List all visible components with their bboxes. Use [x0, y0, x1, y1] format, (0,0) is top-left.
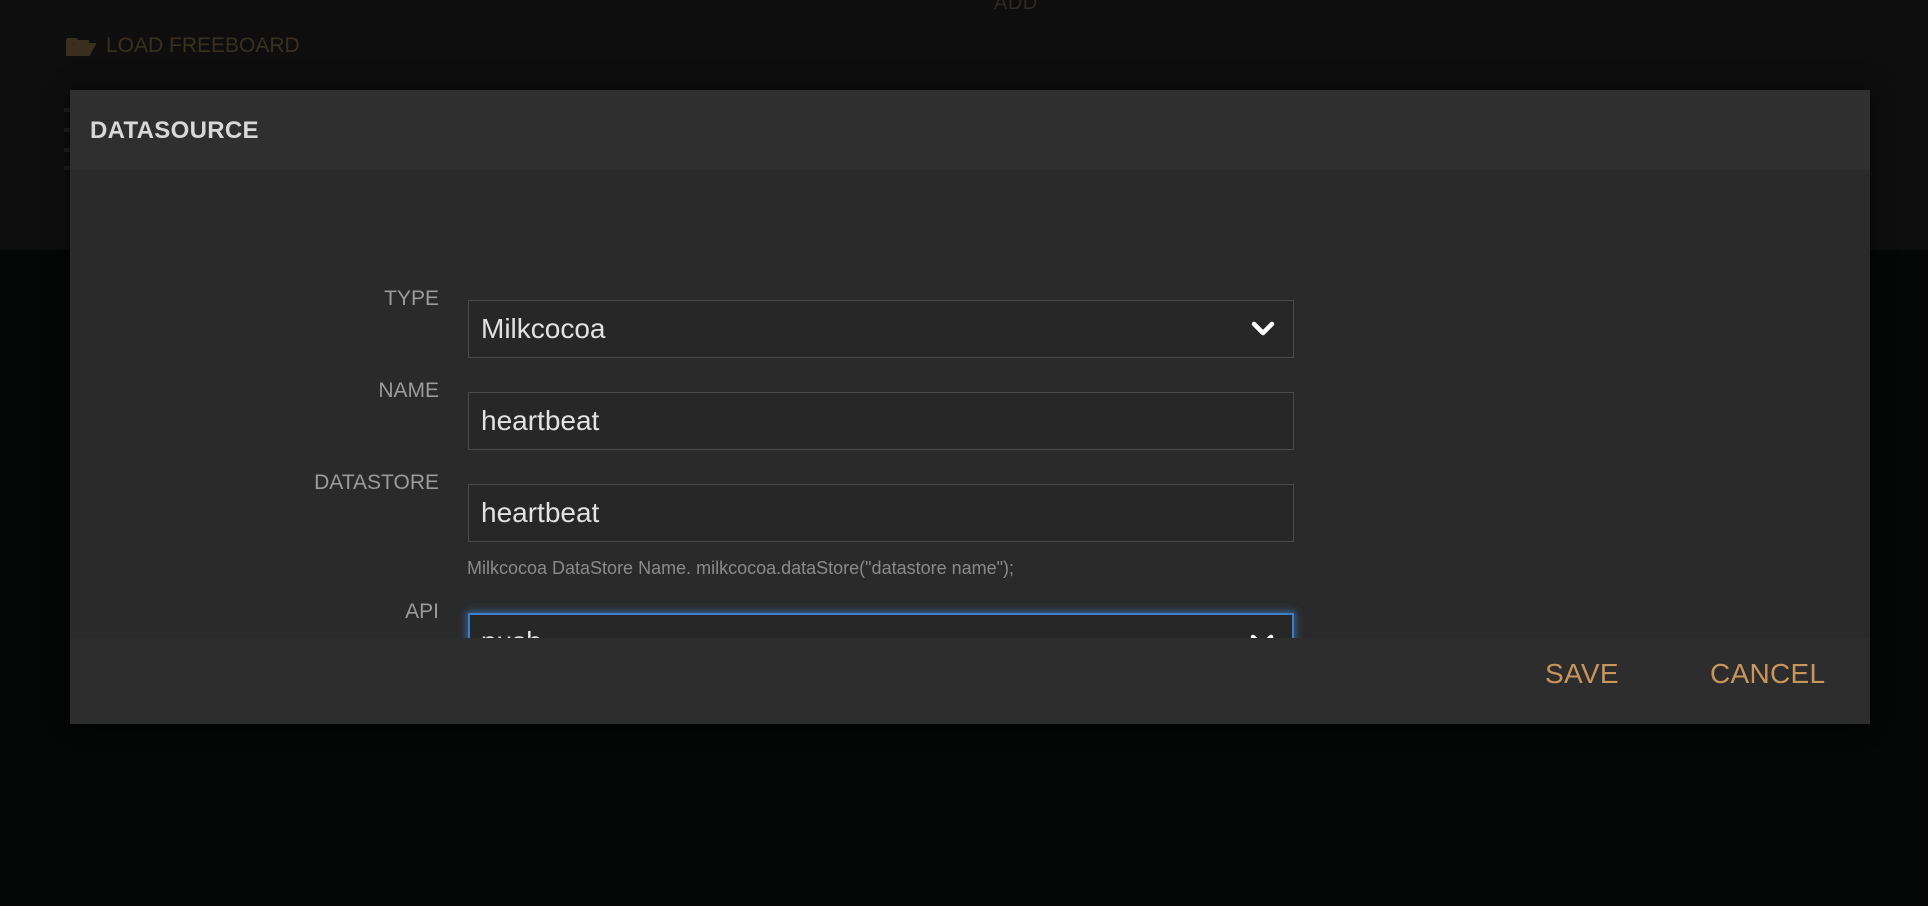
load-freeboard-link[interactable]: LOAD FREEBOARD	[66, 34, 300, 58]
api-label: API	[405, 600, 439, 623]
type-label: TYPE	[384, 287, 439, 310]
dialog-body: TYPE Milkcocoa NAME heartbeat DATASTORE …	[70, 170, 1870, 671]
name-label: NAME	[378, 379, 439, 402]
datastore-input[interactable]: heartbeat	[468, 484, 1294, 542]
type-select[interactable]: Milkcocoa	[468, 300, 1294, 358]
chevron-down-icon	[1251, 321, 1275, 337]
load-freeboard-label: LOAD FREEBOARD	[106, 34, 300, 57]
cancel-button[interactable]: CANCEL	[1710, 658, 1825, 690]
datastore-label: DATASTORE	[314, 471, 439, 494]
datastore-input-value: heartbeat	[481, 497, 600, 528]
dialog-header: DATASOURCE	[70, 90, 1870, 170]
add-link[interactable]: ADD	[994, 0, 1038, 15]
save-button[interactable]: SAVE	[1545, 658, 1619, 690]
datastore-help-text: Milkcocoa DataStore Name. milkcocoa.data…	[467, 558, 1015, 578]
name-input[interactable]: heartbeat	[468, 392, 1294, 450]
datasource-dialog: DATASOURCE TYPE Milkcocoa NAME heartbeat…	[70, 90, 1870, 724]
folder-open-icon	[66, 35, 96, 57]
dialog-footer: SAVE CANCEL	[70, 638, 1870, 724]
dialog-title: DATASOURCE	[90, 117, 259, 144]
name-input-value: heartbeat	[481, 405, 600, 436]
type-select-value: Milkcocoa	[481, 313, 606, 344]
